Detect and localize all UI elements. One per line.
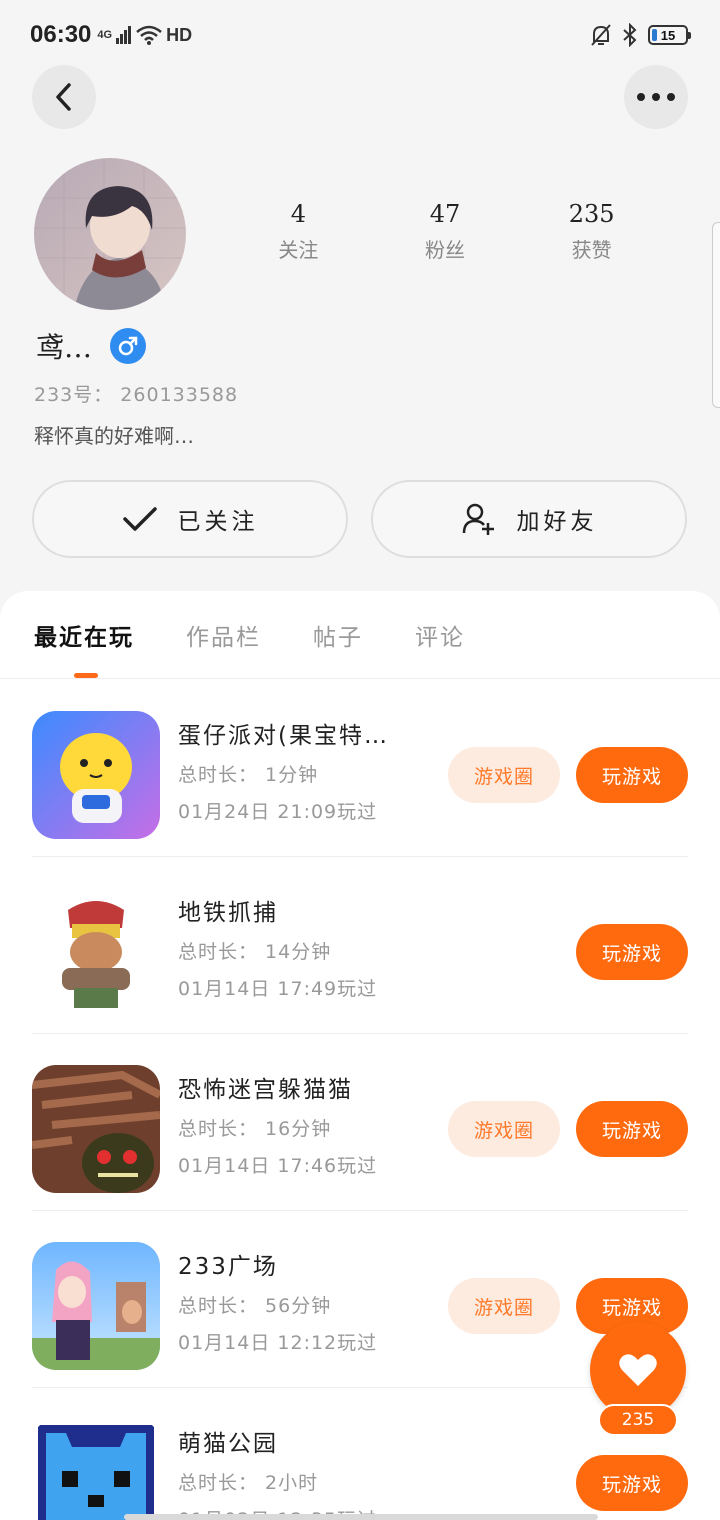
wifi-icon <box>136 25 162 45</box>
network-type: 4G <box>97 29 113 41</box>
status-bar: 06:30 4G HD 15 <box>0 0 720 70</box>
game-info: 恐怖迷宫躲猫猫 总时长： 16分钟 01月14日 17:46玩过 <box>178 1070 418 1178</box>
user-id: 233号： 260133588 <box>34 384 239 406</box>
game-row[interactable]: 233广场 总时长： 56分钟 01月14日 12:12玩过 游戏圈 玩游戏 <box>32 1211 688 1388</box>
battery-icon: 15 <box>648 25 691 45</box>
stat-fans-count: 47 <box>429 200 461 228</box>
add-friend-label: 加好友 <box>516 509 598 535</box>
status-time: 06:30 <box>30 21 92 48</box>
game-info: 蛋仔派对(果宝特… 总时长： 1分钟 01月24日 21:09玩过 <box>178 716 418 824</box>
play-game-button[interactable]: 玩游戏 <box>576 1101 688 1157</box>
tab-bar: 最近在玩 作品栏 帖子 评论 <box>0 591 720 679</box>
game-icon-cute-cat-park <box>32 1419 160 1520</box>
game-info: 233广场 总时长： 56分钟 01月14日 12:12玩过 <box>178 1247 418 1355</box>
game-last-played: 01月14日 17:46玩过 <box>178 1155 378 1177</box>
add-friend-button[interactable]: 加好友 <box>371 480 687 558</box>
play-game-button[interactable]: 玩游戏 <box>576 924 688 980</box>
avatar[interactable] <box>34 158 186 310</box>
tab-comments[interactable]: 评论 <box>415 618 465 652</box>
check-icon <box>122 507 157 531</box>
chevron-left-icon <box>56 83 71 111</box>
stat-likes[interactable]: 235 获赞 <box>518 200 665 263</box>
game-row[interactable]: 恐怖迷宫躲猫猫 总时长： 16分钟 01月14日 17:46玩过 游戏圈 玩游戏 <box>32 1034 688 1211</box>
stat-fans[interactable]: 47 粉丝 <box>372 200 519 263</box>
play-game-button[interactable]: 玩游戏 <box>576 1455 688 1511</box>
following-label: 已关注 <box>177 509 259 535</box>
username: 鸢… <box>36 331 93 364</box>
game-last-played: 01月24日 21:09玩过 <box>178 801 378 823</box>
bell-muted-icon <box>591 24 611 46</box>
tab-posts[interactable]: 帖子 <box>313 618 363 652</box>
username-row: 鸢… <box>36 326 147 366</box>
game-icon-eggy-party <box>32 711 160 839</box>
heart-icon <box>619 1354 657 1386</box>
battery-text: 15 <box>660 27 676 43</box>
hd-indicator: HD <box>166 24 193 45</box>
game-duration: 总时长： 16分钟 <box>178 1118 332 1140</box>
more-button[interactable] <box>624 65 688 129</box>
user-bio: 释怀真的好难啊… <box>34 424 194 448</box>
game-circle-button[interactable]: 游戏圈 <box>448 1278 560 1334</box>
stat-following-label: 关注 <box>278 238 319 262</box>
game-info: 地铁抓捕 总时长： 14分钟 01月14日 17:49玩过 <box>178 893 418 1001</box>
male-gender-icon <box>110 328 147 364</box>
profile-stats: 4 关注 47 粉丝 235 获赞 <box>225 200 665 263</box>
following-button[interactable]: 已关注 <box>32 480 348 558</box>
scrollbar[interactable] <box>712 222 720 408</box>
game-info: 萌猫公园 总时长： 2小时 01月02日 12:35玩过 <box>178 1424 418 1520</box>
game-row[interactable]: 蛋仔派对(果宝特… 总时长： 1分钟 01月24日 21:09玩过 游戏圈 玩游… <box>32 680 688 857</box>
game-name: 萌猫公园 <box>178 1431 278 1457</box>
back-button[interactable] <box>32 65 96 129</box>
game-circle-button[interactable]: 游戏圈 <box>448 747 560 803</box>
game-duration: 总时长： 1分钟 <box>178 764 319 786</box>
tab-recent-playing[interactable]: 最近在玩 <box>34 618 134 652</box>
game-icon-subway-chase <box>32 888 160 1016</box>
game-row[interactable]: 地铁抓捕 总时长： 14分钟 01月14日 17:49玩过 玩游戏 <box>32 857 688 1034</box>
game-last-played: 01月14日 17:49玩过 <box>178 978 378 1000</box>
like-count: 235 <box>598 1404 678 1436</box>
game-name: 蛋仔派对(果宝特… <box>178 723 389 749</box>
tab-indicator <box>74 673 98 678</box>
bluetooth-icon <box>623 23 637 47</box>
game-name: 233广场 <box>178 1254 278 1280</box>
signal-icon <box>116 26 132 44</box>
more-dots-icon <box>637 93 675 101</box>
game-icon-horror-maze <box>32 1065 160 1193</box>
game-last-played: 01月14日 12:12玩过 <box>178 1332 378 1354</box>
game-icon-233-plaza <box>32 1242 160 1370</box>
tab-works[interactable]: 作品栏 <box>186 618 261 652</box>
stat-following[interactable]: 4 关注 <box>225 200 372 263</box>
stat-likes-label: 获赞 <box>571 238 612 262</box>
game-name: 恐怖迷宫躲猫猫 <box>178 1077 353 1103</box>
home-indicator[interactable] <box>124 1514 598 1520</box>
stat-fans-label: 粉丝 <box>425 238 465 262</box>
add-user-icon <box>462 503 494 535</box>
stat-following-count: 4 <box>290 200 306 228</box>
game-name: 地铁抓捕 <box>178 900 278 926</box>
game-duration: 总时长： 2小时 <box>178 1472 319 1494</box>
game-row[interactable]: 萌猫公园 总时长： 2小时 01月02日 12:35玩过 玩游戏 <box>32 1388 688 1520</box>
stat-likes-count: 235 <box>568 200 615 228</box>
play-game-button[interactable]: 玩游戏 <box>576 747 688 803</box>
game-duration: 总时长： 56分钟 <box>178 1295 332 1317</box>
game-circle-button[interactable]: 游戏圈 <box>448 1101 560 1157</box>
game-duration: 总时长： 14分钟 <box>178 941 332 963</box>
